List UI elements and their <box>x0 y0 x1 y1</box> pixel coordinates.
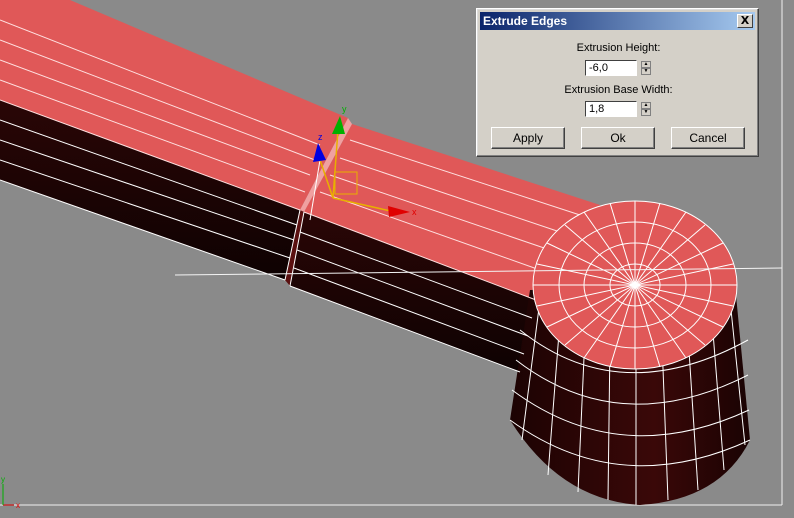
extrusion-height-arrows[interactable]: ▲ ▼ <box>641 61 651 76</box>
gizmo-z-label: z <box>318 132 323 142</box>
spinner-down-icon[interactable]: ▼ <box>641 68 651 75</box>
extrusion-height-label: Extrusion Height: <box>576 42 661 54</box>
close-button[interactable]: X <box>737 14 753 28</box>
cylinder-cap-center <box>632 282 638 288</box>
corner-axis-tripod: x y <box>1 475 20 510</box>
corner-x-label: x <box>16 501 20 510</box>
extrusion-base-width-input[interactable]: 1,8 <box>585 101 637 117</box>
extrude-edges-dialog: Extrude Edges X Extrusion Height: -6,0 ▲… <box>476 8 759 157</box>
gizmo-y-label: y <box>342 104 347 114</box>
spinner-up-icon[interactable]: ▲ <box>641 102 651 109</box>
ok-button[interactable]: Ok <box>581 127 655 149</box>
extrusion-base-width-label: Extrusion Base Width: <box>564 84 673 96</box>
apply-button[interactable]: Apply <box>491 127 565 149</box>
extrusion-height-input[interactable]: -6,0 <box>585 60 637 76</box>
dialog-titlebar[interactable]: Extrude Edges X <box>480 12 755 30</box>
corner-y-label: y <box>1 475 5 484</box>
cancel-button[interactable]: Cancel <box>671 127 745 149</box>
spinner-down-icon[interactable]: ▼ <box>641 109 651 116</box>
gizmo-x-label: x <box>412 207 417 217</box>
extrusion-base-width-arrows[interactable]: ▲ ▼ <box>641 102 651 117</box>
dialog-title: Extrude Edges <box>483 14 568 28</box>
spinner-up-icon[interactable]: ▲ <box>641 61 651 68</box>
